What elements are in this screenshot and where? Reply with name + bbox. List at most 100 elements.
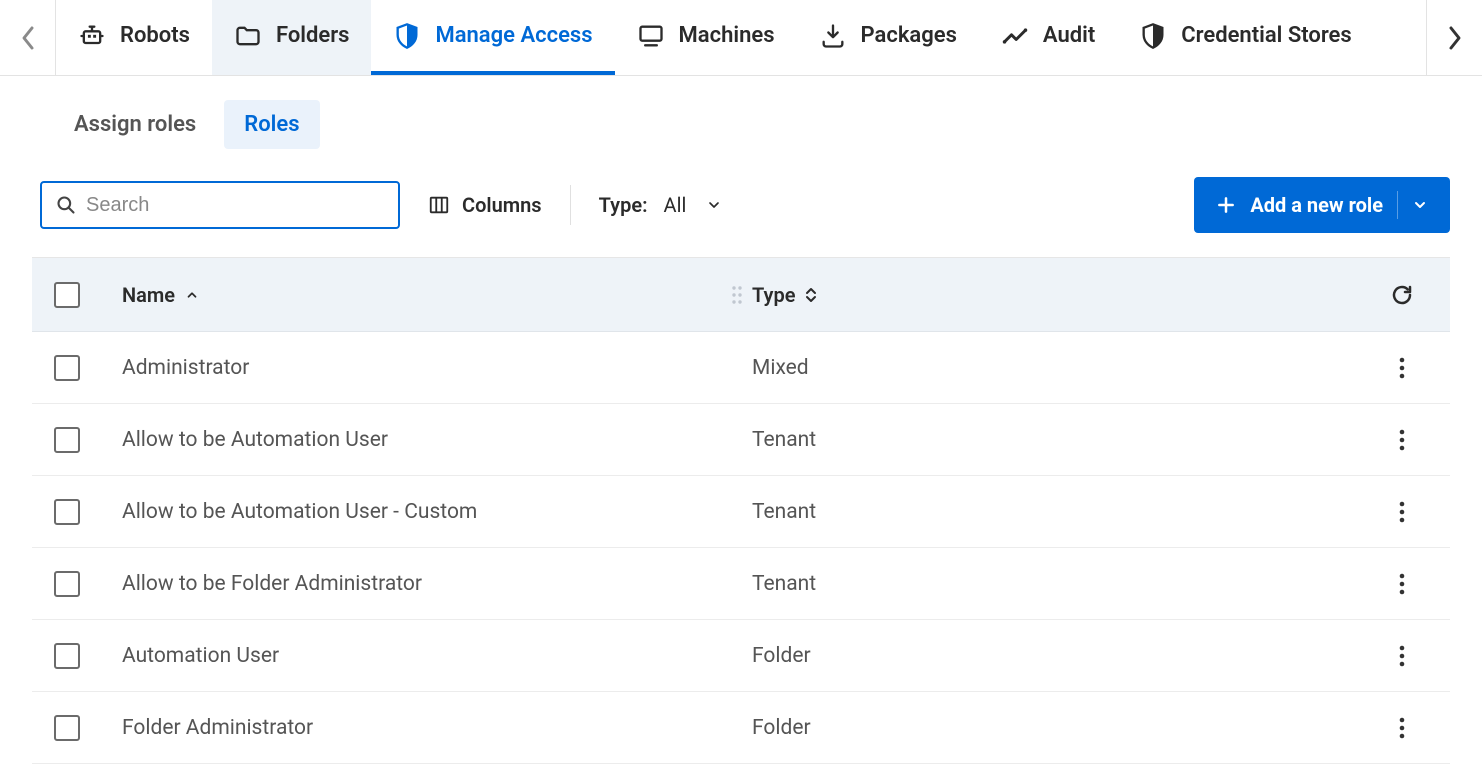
columns-button[interactable]: Columns [428,193,542,217]
sort-icon [805,286,817,304]
chart-line-icon [1001,22,1029,50]
search-icon [56,195,76,215]
drag-handle-icon[interactable] [722,284,752,306]
tab-folders[interactable]: Folders [212,0,372,75]
sub-tabs: Assign roles Roles [54,100,1450,149]
row-checkbox[interactable] [54,499,80,525]
row-type: Folder [752,716,1372,740]
row-name: Folder Administrator [122,716,752,740]
row-checkbox-cell [50,355,122,381]
row-actions-button[interactable] [1372,644,1432,668]
row-checkbox-cell [50,571,122,597]
chevron-down-icon[interactable] [1412,197,1428,213]
row-checkbox-cell [50,715,122,741]
table-body: Administrator Mixed Allow to be Automati… [32,332,1450,764]
roles-table: Name Type Administrator Mixed [32,257,1450,764]
table-row[interactable]: Allow to be Folder Administrator Tenant [32,548,1450,620]
divider [570,185,571,225]
more-vertical-icon [1398,500,1406,524]
tab-audit[interactable]: Audit [979,0,1117,75]
search-field[interactable] [40,181,400,229]
refresh-icon [1390,283,1414,307]
scroll-right-button[interactable] [1426,0,1482,75]
row-name: Automation User [122,644,752,668]
row-checkbox-cell [50,427,122,453]
row-name: Allow to be Automation User - Custom [122,500,752,524]
columns-icon [428,194,450,216]
header-name[interactable]: Name [122,283,722,307]
add-role-label: Add a new role [1250,193,1383,217]
row-checkbox[interactable] [54,571,80,597]
type-filter[interactable]: Type: All [599,193,723,217]
more-vertical-icon [1398,716,1406,740]
subtab-assign-roles[interactable]: Assign roles [54,100,216,149]
tab-manage-access[interactable]: Manage Access [371,0,614,75]
row-name: Administrator [122,356,752,380]
row-name: Allow to be Folder Administrator [122,572,752,596]
shield-icon [1139,22,1167,50]
top-tab-bar: Robots Folders Manage Access Machines Pa [0,0,1482,76]
table-row[interactable]: Allow to be Automation User - Custom Ten… [32,476,1450,548]
row-actions-button[interactable] [1372,356,1432,380]
tab-label: Credential Stores [1181,23,1351,48]
tab-label: Machines [679,23,775,48]
tab-credential-stores[interactable]: Credential Stores [1117,0,1373,75]
row-actions-button[interactable] [1372,572,1432,596]
tab-label: Robots [120,23,190,48]
add-role-button[interactable]: Add a new role [1194,177,1450,233]
columns-label: Columns [462,193,542,217]
tab-robots[interactable]: Robots [56,0,212,75]
tab-label: Manage Access [435,23,592,48]
content: Assign roles Roles Columns Type: All [0,76,1482,764]
toolbar: Columns Type: All Add a new role [32,177,1450,233]
chevron-down-icon [706,197,722,213]
table-row[interactable]: Administrator Mixed [32,332,1450,404]
type-filter-value: All [664,193,687,217]
header-name-label: Name [122,283,175,307]
row-type: Folder [752,644,1372,668]
row-type: Tenant [752,572,1372,596]
header-type[interactable]: Type [752,283,1372,307]
more-vertical-icon [1398,644,1406,668]
top-tabs-container: Robots Folders Manage Access Machines Pa [56,0,1426,75]
row-actions-button[interactable] [1372,716,1432,740]
row-checkbox[interactable] [54,427,80,453]
search-input[interactable] [86,194,384,217]
table-row[interactable]: Automation User Folder [32,620,1450,692]
more-vertical-icon [1398,428,1406,452]
row-checkbox[interactable] [54,715,80,741]
table-row[interactable]: Allow to be Automation User Tenant [32,404,1450,476]
row-actions-button[interactable] [1372,500,1432,524]
tab-label: Folders [276,23,350,48]
plus-icon [1216,195,1236,215]
robot-icon [78,22,106,50]
download-icon [819,22,847,50]
type-filter-label: Type: [599,193,648,217]
more-vertical-icon [1398,356,1406,380]
row-checkbox-cell [50,643,122,669]
tab-machines[interactable]: Machines [615,0,797,75]
chevron-left-icon [20,25,36,51]
sort-asc-icon [185,288,199,302]
refresh-button[interactable] [1372,283,1432,307]
shield-check-icon [393,22,421,50]
row-checkbox[interactable] [54,355,80,381]
tab-packages[interactable]: Packages [797,0,979,75]
table-header: Name Type [32,258,1450,332]
scroll-left-button[interactable] [0,0,56,75]
monitor-icon [637,22,665,50]
select-all-checkbox[interactable] [54,282,80,308]
table-row[interactable]: Folder Administrator Folder [32,692,1450,764]
folder-icon [234,22,262,50]
row-actions-button[interactable] [1372,428,1432,452]
header-type-label: Type [752,283,795,307]
row-checkbox[interactable] [54,643,80,669]
row-type: Tenant [752,500,1372,524]
row-type: Tenant [752,428,1372,452]
tab-label: Audit [1043,23,1095,48]
more-vertical-icon [1398,572,1406,596]
tab-label: Packages [861,23,957,48]
header-checkbox-cell [50,282,122,308]
subtab-roles[interactable]: Roles [224,100,319,149]
chevron-right-icon [1447,25,1463,51]
